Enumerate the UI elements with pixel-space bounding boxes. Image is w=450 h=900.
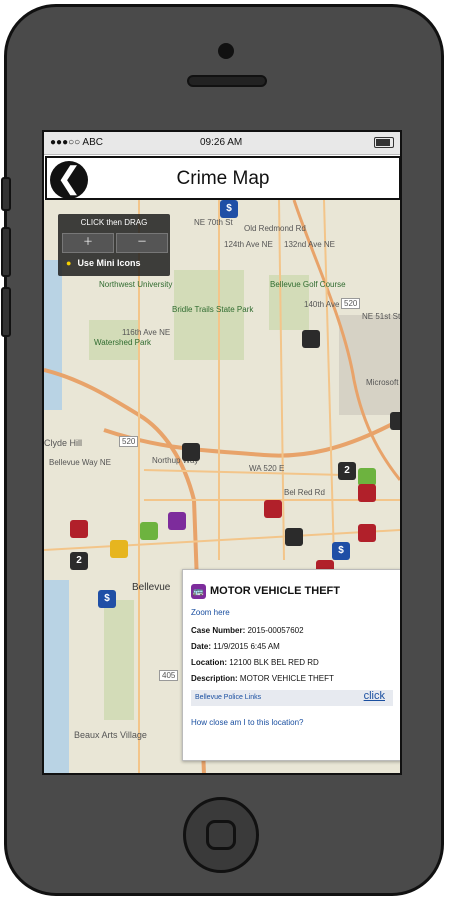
incident-popup: 🚌 MOTOR VEHICLE THEFT Zoom here Case Numb… bbox=[182, 569, 400, 761]
zoom-in-icon[interactable]: ＋ bbox=[62, 233, 114, 253]
map-label-bellevue: Bellevue bbox=[132, 582, 171, 593]
mini-icons-label: Use Mini Icons bbox=[77, 258, 141, 268]
title-bar: ❮ Crime Map bbox=[45, 156, 400, 200]
map-label-beaux-arts: Beaux Arts Village bbox=[74, 730, 147, 740]
map-label-116th: 116th Ave NE bbox=[122, 328, 171, 337]
map-label-ne51: NE 51st St bbox=[362, 312, 400, 321]
map-label-nw-university: Northwest University bbox=[99, 280, 173, 289]
map-label-watershed: Watershed Park bbox=[94, 338, 152, 347]
zoom-here-link[interactable]: Zoom here bbox=[191, 608, 230, 617]
map-label-bellevue-golf: Bellevue Golf Course bbox=[270, 280, 346, 289]
map-controls: CLICK then DRAG ＋ － ● Use Mini Icons bbox=[58, 214, 170, 276]
popup-title: 🚌 MOTOR VEHICLE THEFT bbox=[191, 584, 340, 599]
theft-pin-3[interactable] bbox=[358, 524, 376, 542]
location-label: Location: bbox=[191, 658, 227, 667]
crime-map[interactable]: Northwest University Watershed Park Brid… bbox=[44, 200, 400, 773]
earpiece-speaker bbox=[187, 75, 267, 87]
zoom-out-icon[interactable]: － bbox=[116, 233, 168, 253]
vehicle-prowl-pin[interactable] bbox=[302, 330, 320, 348]
map-label-132nd: 132nd Ave NE bbox=[284, 240, 336, 249]
drug-pin-2[interactable] bbox=[140, 522, 158, 540]
location-row: Location: 12100 BLK BEL RED RD bbox=[191, 658, 319, 667]
robbery-pin[interactable]: $ bbox=[220, 200, 238, 218]
count-pin-2b[interactable]: 2 bbox=[70, 552, 88, 570]
theft-pin-5[interactable] bbox=[70, 520, 88, 538]
map-label-bellevue-way: Bellevue Way NE bbox=[49, 458, 111, 467]
map-label-i405: 405 bbox=[159, 670, 179, 681]
robbery-pin-3[interactable]: $ bbox=[98, 590, 116, 608]
burglary-mask-pin-2[interactable] bbox=[285, 528, 303, 546]
burglary-mask-pin[interactable] bbox=[182, 443, 200, 461]
front-camera bbox=[218, 43, 234, 59]
how-close-link[interactable]: How close am I to this location? bbox=[191, 718, 304, 727]
volume-up-button bbox=[1, 227, 11, 277]
case-number-value: 2015-00057602 bbox=[247, 626, 304, 635]
description-value: MOTOR VEHICLE THEFT bbox=[239, 674, 334, 683]
map-label-microsoft: Microsoft bbox=[366, 378, 399, 387]
theft-pin[interactable] bbox=[358, 484, 376, 502]
map-label-ne70: NE 70th St bbox=[194, 218, 233, 227]
date-row: Date: 11/9/2015 6:45 AM bbox=[191, 642, 280, 651]
mini-icons-toggle[interactable]: ● Use Mini Icons bbox=[66, 258, 140, 268]
map-label-wa520: WA 520 E bbox=[249, 464, 285, 473]
home-button[interactable] bbox=[183, 797, 259, 873]
case-number-row: Case Number: 2015-00057602 bbox=[191, 626, 304, 635]
robbery-pin-2[interactable]: $ bbox=[332, 542, 350, 560]
police-badge-pin[interactable] bbox=[110, 540, 128, 558]
location-value: 12100 BLK BEL RED RD bbox=[229, 658, 319, 667]
page-title: Crime Map bbox=[176, 168, 270, 189]
volume-down-button bbox=[1, 287, 11, 337]
popup-title-text: MOTOR VEHICLE THEFT bbox=[210, 585, 340, 597]
map-label-520-shield: 520 bbox=[119, 436, 139, 447]
home-square-icon bbox=[206, 820, 236, 850]
police-links-label: Bellevue Police Links bbox=[195, 694, 262, 701]
description-label: Description: bbox=[191, 674, 238, 683]
map-label-124th: 124th Ave NE bbox=[224, 240, 273, 249]
map-label-clyde-hill: Clyde Hill bbox=[44, 438, 83, 448]
date-value: 11/9/2015 6:45 AM bbox=[213, 642, 280, 651]
theft-pin-2[interactable] bbox=[264, 500, 282, 518]
status-bar: ●●●○○ ABC 09:26 AM bbox=[44, 132, 400, 155]
vehicle-theft-pin[interactable] bbox=[168, 512, 186, 530]
map-label-bridle-trails: Bridle Trails State Park bbox=[172, 305, 254, 314]
map-label-bel-red: Bel Red Rd bbox=[284, 488, 325, 497]
description-row: Description: MOTOR VEHICLE THEFT bbox=[191, 674, 334, 683]
map-label-old-redmond: Old Redmond Rd bbox=[244, 224, 306, 233]
status-time: 09:26 AM bbox=[200, 137, 243, 148]
date-label: Date: bbox=[191, 642, 212, 651]
carrier-label: ●●●○○ ABC bbox=[50, 137, 103, 148]
lightbulb-icon: ● bbox=[66, 258, 72, 268]
police-links-click[interactable]: click bbox=[364, 690, 385, 702]
count-pin-2a[interactable]: 2 bbox=[338, 462, 356, 480]
burglary-mask-pin-edge[interactable] bbox=[390, 412, 400, 430]
case-number-label: Case Number: bbox=[191, 626, 246, 635]
map-label-520-shield-2: 520 bbox=[341, 298, 361, 309]
drag-instruction: CLICK then DRAG bbox=[80, 218, 148, 227]
phone-screen: ●●●○○ ABC 09:26 AM ❮ Crime Map Northwest… bbox=[42, 130, 402, 775]
police-links-bar: Bellevue Police Links click bbox=[191, 690, 393, 706]
battery-icon bbox=[374, 137, 394, 148]
car-icon: 🚌 bbox=[191, 584, 206, 599]
mute-switch bbox=[1, 177, 11, 211]
